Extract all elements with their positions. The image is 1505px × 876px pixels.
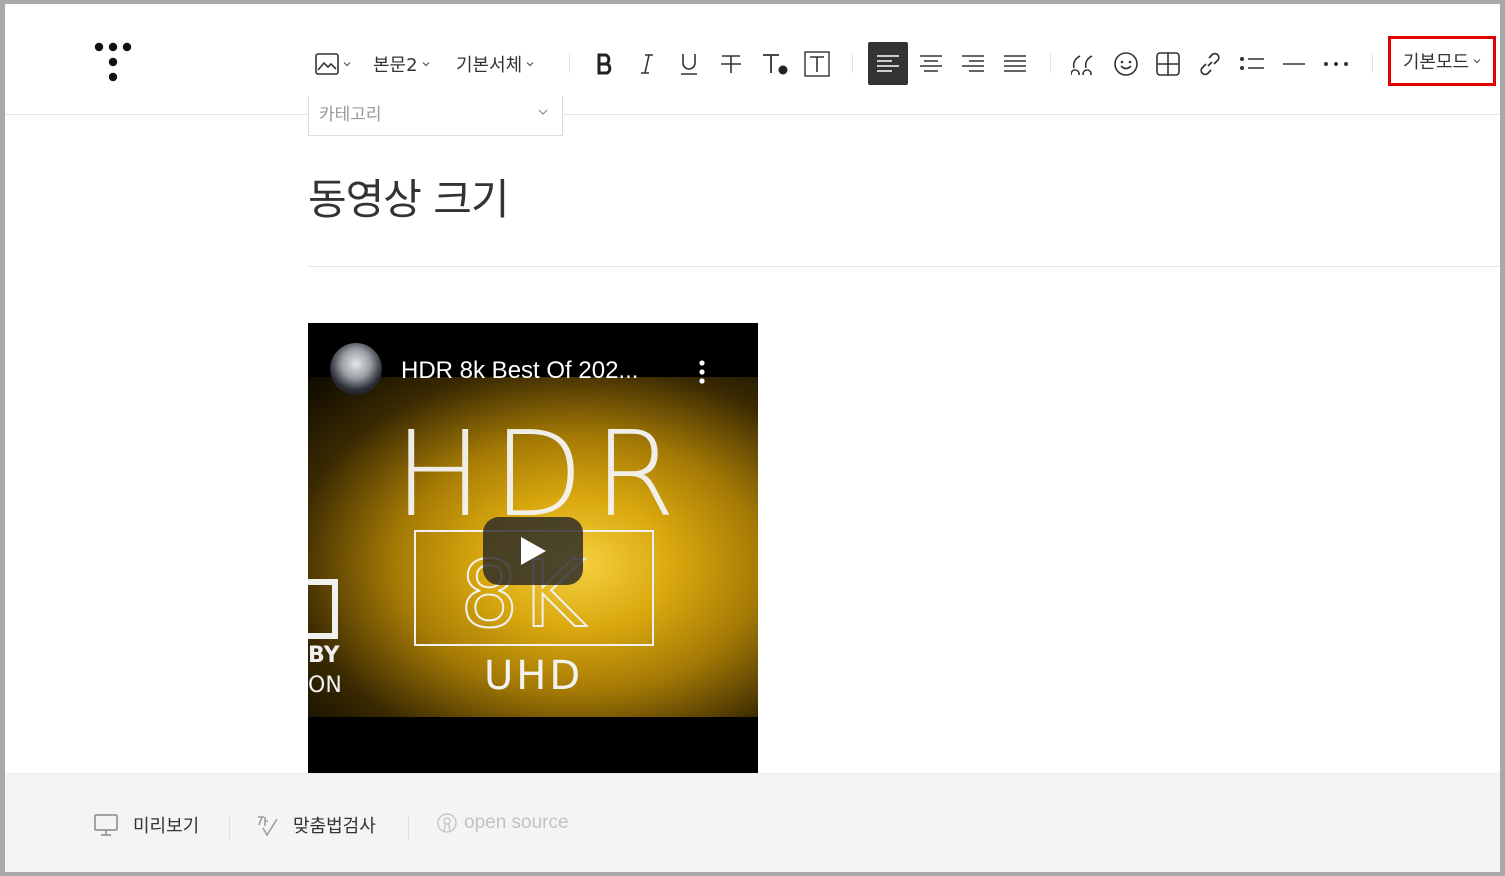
- align-right-button[interactable]: [957, 42, 989, 86]
- insert-image-button[interactable]: [312, 42, 354, 86]
- align-left-icon: [877, 54, 899, 72]
- align-justify-button[interactable]: [999, 42, 1031, 86]
- text-color-icon: [763, 54, 788, 75]
- align-center-button[interactable]: [915, 42, 947, 86]
- text-color-button[interactable]: [759, 42, 791, 86]
- open-source-link[interactable]: open source: [436, 812, 569, 834]
- spellcheck-label: 맞춤법검사: [293, 816, 376, 837]
- post-title[interactable]: 동영상 크기: [308, 166, 510, 227]
- quote-button[interactable]: [1069, 42, 1099, 86]
- play-button[interactable]: [483, 517, 583, 585]
- spellcheck-button[interactable]: 맞춤법검사: [255, 812, 376, 838]
- more-options-button[interactable]: [1321, 42, 1351, 86]
- link-button[interactable]: [1195, 42, 1225, 86]
- list-button[interactable]: [1237, 42, 1267, 86]
- video-more-button[interactable]: [698, 359, 706, 389]
- align-right-icon: [962, 55, 984, 72]
- emoticon-button[interactable]: [1111, 42, 1141, 86]
- quote-icon: [1071, 55, 1093, 75]
- thumbnail-side-text: BY: [308, 643, 340, 668]
- editor-window: 본문2 기본서체 기본모드 카테고리 동영상 크기 BY ON HDR 8K U…: [0, 0, 1505, 876]
- footer-separator: [229, 816, 230, 840]
- title-divider: [308, 266, 1500, 267]
- thumbnail-side-text: ON: [308, 673, 342, 698]
- text-bg-icon: [804, 51, 830, 77]
- horizontal-rule-icon: [1283, 63, 1305, 65]
- bold-button[interactable]: [591, 42, 619, 86]
- preview-label: 미리보기: [133, 816, 200, 837]
- more-vertical-icon: [699, 360, 705, 384]
- font-size-label: 본문2: [373, 55, 418, 76]
- chevron-down-icon: [1473, 59, 1481, 64]
- italic-icon: [641, 54, 653, 74]
- editor-mode-dropdown[interactable]: 기본모드: [1388, 36, 1496, 86]
- table-icon: [1156, 52, 1180, 76]
- align-justify-icon: [1004, 55, 1026, 72]
- category-select[interactable]: 카테고리: [308, 96, 563, 136]
- open-source-icon: [436, 812, 458, 834]
- embedded-video[interactable]: BY ON HDR 8K UHD HDR 8k Best Of 202...: [308, 323, 758, 773]
- strikethrough-icon: [721, 55, 741, 73]
- toolbar-separator: [1050, 53, 1051, 73]
- toolbar-separator: [1372, 53, 1373, 73]
- more-icon: [1324, 62, 1348, 66]
- bold-icon: [597, 53, 612, 75]
- chevron-down-icon: [526, 62, 534, 67]
- editor-footer: 미리보기 맞춤법검사 open source: [5, 773, 1500, 872]
- chevron-down-icon: [343, 62, 351, 67]
- spellcheck-icon: [255, 813, 279, 837]
- chevron-down-icon: [422, 62, 430, 67]
- monitor-icon: [93, 813, 119, 837]
- underline-button[interactable]: [675, 42, 703, 86]
- font-size-dropdown[interactable]: 본문2: [373, 42, 430, 86]
- category-placeholder: 카테고리: [319, 105, 382, 125]
- text-background-button[interactable]: [801, 42, 833, 86]
- emoticon-icon: [1114, 52, 1138, 76]
- horizontal-rule-button[interactable]: [1279, 42, 1309, 86]
- editor-toolbar: 본문2 기본서체 기본모드: [5, 4, 1500, 115]
- footer-separator: [408, 816, 409, 840]
- table-button[interactable]: [1153, 42, 1183, 86]
- font-family-label: 기본서체: [456, 55, 523, 76]
- thumbnail-uhd-text: UHD: [484, 653, 584, 699]
- italic-button[interactable]: [633, 42, 661, 86]
- editor-mode-label: 기본모드: [1402, 52, 1470, 73]
- underline-icon: [681, 54, 697, 75]
- strikethrough-button[interactable]: [717, 42, 745, 86]
- play-icon: [521, 537, 546, 565]
- open-source-label: open source: [464, 812, 569, 833]
- image-icon: [315, 53, 339, 75]
- thumbnail-logo-fragment: [308, 579, 338, 639]
- link-icon: [1200, 52, 1220, 76]
- font-family-dropdown[interactable]: 기본서체: [456, 42, 534, 86]
- chevron-down-icon: [538, 109, 548, 115]
- align-center-icon: [920, 55, 942, 72]
- align-left-button[interactable]: [868, 42, 908, 85]
- channel-avatar[interactable]: [330, 343, 382, 395]
- video-title[interactable]: HDR 8k Best Of 202...: [401, 357, 638, 385]
- toolbar-separator: [852, 53, 853, 73]
- list-icon: [1240, 57, 1264, 70]
- logo-icon[interactable]: [93, 42, 137, 84]
- toolbar-separator: [569, 53, 570, 73]
- preview-button[interactable]: 미리보기: [93, 812, 199, 838]
